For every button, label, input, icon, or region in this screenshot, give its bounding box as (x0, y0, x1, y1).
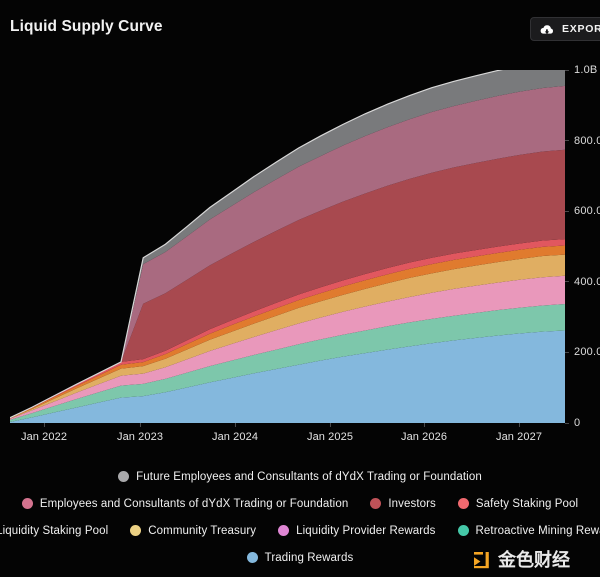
legend-label: Liquidity Staking Pool (0, 524, 109, 537)
watermark-text: 金色财经 (498, 550, 570, 571)
y-tick-label: 200.0 (574, 346, 600, 359)
legend-item[interactable]: Community Treasury (130, 525, 256, 537)
x-tick-label: Jan 2023 (116, 431, 164, 443)
legend-color-dot (246, 552, 258, 563)
x-tick-mark (139, 423, 141, 427)
x-tick-mark (329, 423, 331, 427)
y-tick-label: 400.0 (574, 275, 600, 288)
legend-item[interactable]: Liquidity Provider Rewards (278, 525, 435, 537)
legend-item[interactable]: Future Employees and Consultants of dYdX… (118, 471, 482, 483)
legend-color-dot (21, 498, 33, 509)
legend-label: Community Treasury (148, 524, 257, 537)
y-tick-mark (565, 210, 569, 212)
legend-color-dot (130, 525, 142, 536)
y-tick-label: 1.0B (574, 64, 598, 76)
legend-label: Liquidity Provider Rewards (296, 524, 436, 537)
legend-item[interactable]: Trading Rewards (246, 551, 354, 564)
legend-label: Future Employees and Consultants of dYdX… (136, 470, 482, 483)
x-tick-label: Jan 2026 (400, 431, 448, 443)
x-axis-tick: Jan 2026 (401, 423, 447, 443)
chart-header: Liquid Supply Curve EXPORT C (0, 0, 600, 56)
x-axis-tick: Jan 2024 (212, 423, 258, 443)
x-tick-label: Jan 2024 (211, 431, 259, 443)
stacked-area-svg (10, 70, 565, 423)
liquid-supply-curve-app: Liquid Supply Curve EXPORT C 0200.0400.0… (0, 0, 600, 577)
x-tick-mark (423, 423, 425, 427)
site-watermark: 金色财经 (472, 546, 570, 572)
y-axis: 0 200.0 400.0 600.0 800.0 1.0B (565, 58, 600, 435)
y-tick-mark (565, 140, 569, 142)
x-axis-tick: Jan 2023 (117, 423, 163, 443)
legend-label: Trading Rewards (264, 551, 354, 564)
legend-item[interactable]: Retroactive Mining Rewards (457, 524, 600, 537)
legend-item[interactable]: Employees and Consultants of dYdX Tradin… (21, 497, 349, 510)
x-axis-tick: Jan 2022 (21, 423, 67, 443)
x-tick-mark (43, 423, 45, 427)
legend-label: Employees and Consultants of dYdX Tradin… (39, 497, 349, 510)
y-tick-mark (565, 351, 569, 353)
cloud-download-icon (540, 24, 553, 34)
x-axis-tick: Jan 2027 (496, 423, 542, 443)
legend-color-dot (370, 498, 382, 509)
x-tick-label: Jan 2027 (495, 431, 543, 443)
page-title: Liquid Supply Curve (10, 18, 163, 35)
x-tick-label: Jan 2025 (306, 431, 354, 443)
y-tick-label: 600.0 (574, 205, 600, 218)
legend-color-dot (118, 471, 130, 482)
legend-row: Future Employees and Consultants of dYdX… (0, 463, 600, 490)
x-tick-mark (518, 423, 520, 427)
legend-label: Investors (388, 497, 436, 510)
x-axis: Jan 2022 Jan 2023 Jan 2024 Jan 2025 Jan 2026… (0, 423, 600, 445)
legend-label: Retroactive Mining Rewards (475, 524, 600, 537)
legend-row: Employees and Consultants of dYdX Tradin… (0, 490, 600, 517)
y-tick-label: 800.0 (574, 134, 600, 147)
legend-color-dot (457, 498, 469, 509)
chart-container: 0 200.0 400.0 600.0 800.0 1.0B Jan 2022 Jan 20… (0, 58, 600, 443)
x-tick-label: Jan 2022 (20, 431, 68, 443)
legend-color-dot (278, 525, 290, 536)
y-tick-mark (565, 281, 569, 283)
jinse-logo-icon (472, 549, 492, 569)
x-tick-mark (234, 423, 236, 427)
export-csv-label: EXPORT C (562, 23, 600, 35)
legend-item[interactable]: Safety Staking Pool (457, 497, 579, 510)
legend-label: Safety Staking Pool (475, 497, 579, 510)
legend-color-dot (457, 525, 469, 536)
stacked-area-plot[interactable] (10, 70, 565, 423)
export-csv-button[interactable]: EXPORT C (530, 17, 600, 41)
legend-item[interactable]: Liquidity Staking Pool (0, 525, 108, 537)
x-axis-tick: Jan 2025 (307, 423, 353, 443)
legend-row: Liquidity Staking Pool Community Treasury… (0, 517, 600, 544)
y-tick-mark (565, 69, 569, 71)
legend-item[interactable]: Investors (370, 498, 436, 510)
